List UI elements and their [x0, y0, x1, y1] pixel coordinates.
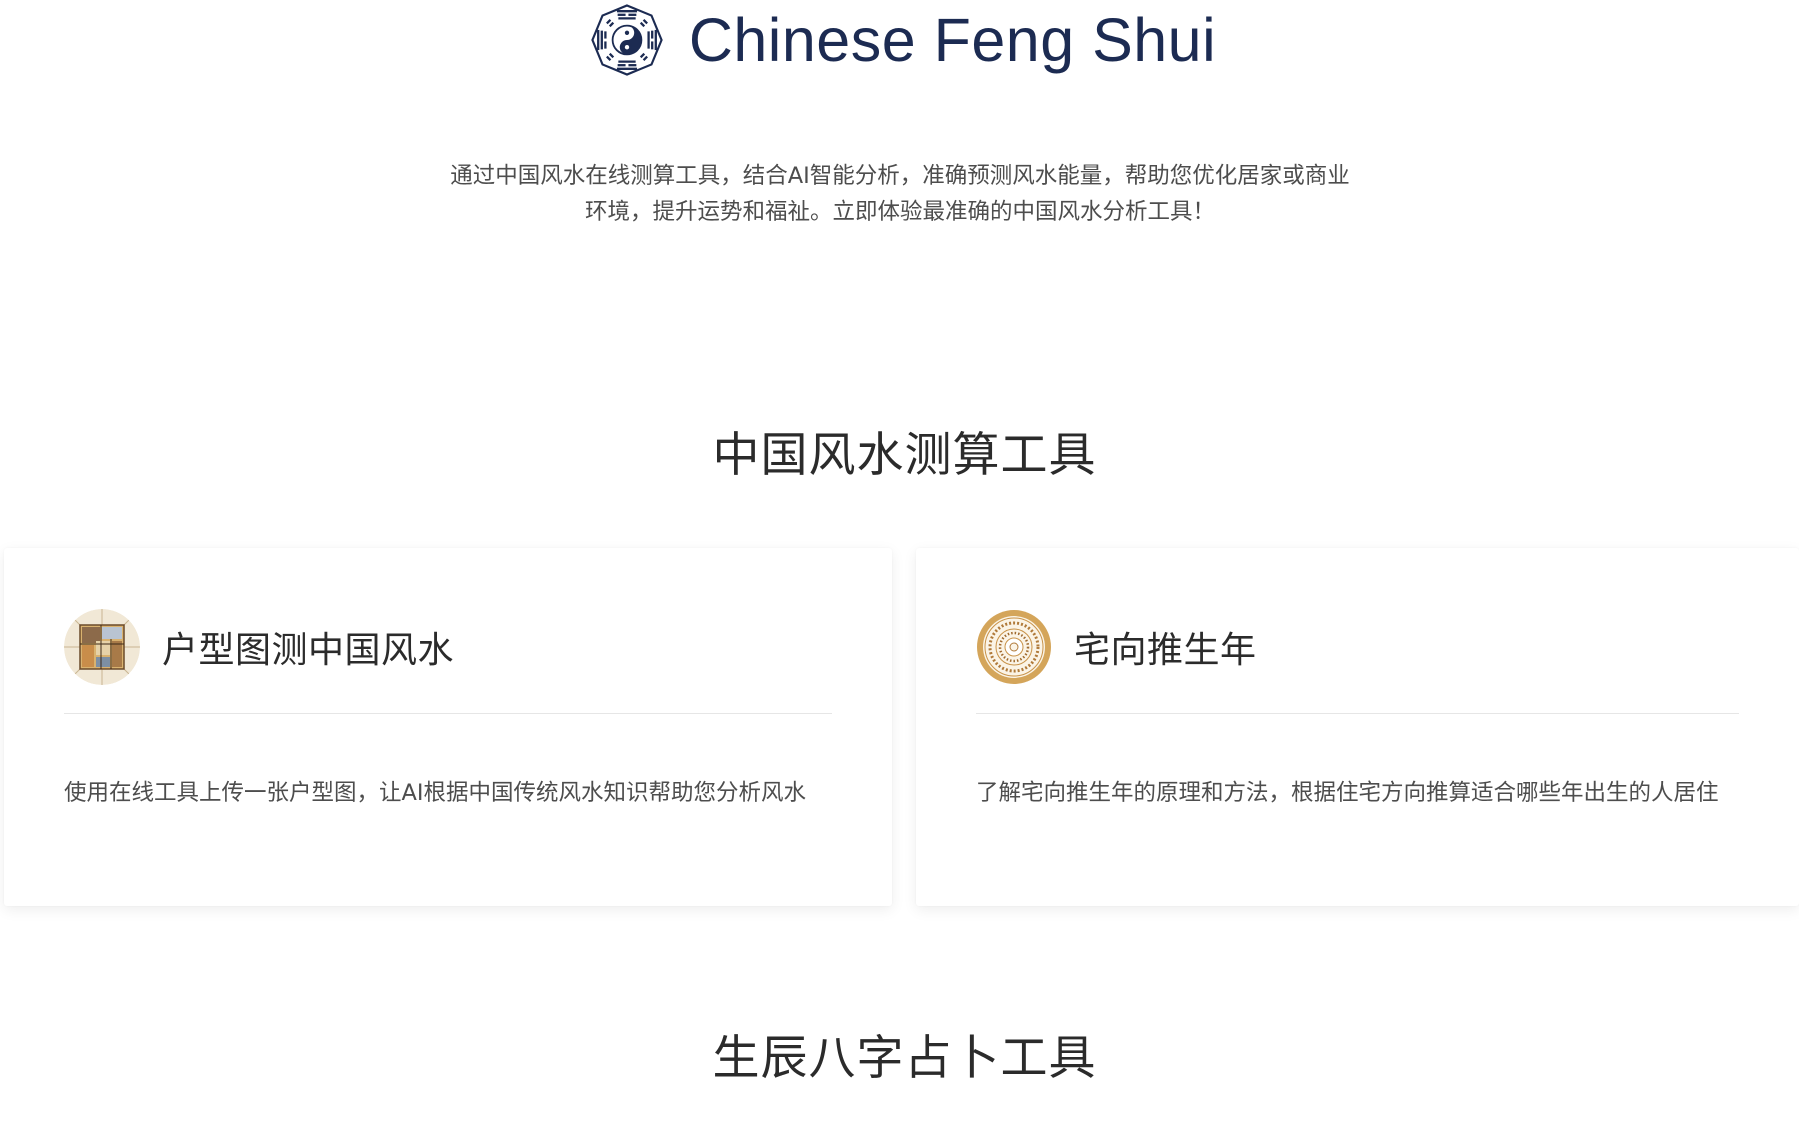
site-header: Chinese Feng Shui	[0, 0, 1799, 80]
card-header: 宅向推生年	[976, 608, 1739, 686]
section-title-bazi-tools: 生辰八字占卜工具	[712, 1031, 1097, 1086]
site-title: Chinese Feng Shui	[688, 5, 1217, 74]
bagua-icon	[591, 4, 663, 76]
card-title: 宅向推生年	[1074, 630, 1257, 671]
card-description: 使用在线工具上传一张户型图，让AI根据中国传统风水知识帮助您分析风水	[64, 780, 807, 806]
tool-card-floor-plan[interactable]: 户型图测中国风水 使用在线工具上传一张户型图，让AI根据中国传统风水知识帮助您分…	[4, 548, 892, 906]
page: Chinese Feng Shui 通过中国风水在线测算工具，结合AI智能分析，…	[0, 0, 1799, 1133]
floor-plan-icon	[64, 609, 140, 685]
card-header: 户型图测中国风水	[64, 608, 832, 686]
card-divider	[976, 713, 1739, 714]
brand[interactable]: Chinese Feng Shui	[591, 4, 1216, 76]
card-description: 了解宅向推生年的原理和方法，根据住宅方向推算适合哪些年出生的人居住	[976, 780, 1719, 806]
card-divider	[64, 713, 832, 714]
section-title-fengshui-tools: 中国风水测算工具	[712, 428, 1097, 483]
tool-card-house-direction[interactable]: 宅向推生年 了解宅向推生年的原理和方法，根据住宅方向推算适合哪些年出生的人居住	[916, 548, 1799, 906]
intro-text: 通过中国风水在线测算工具，结合AI智能分析，准确预测风水能量，帮助您优化居家或商…	[450, 163, 1350, 225]
card-title: 户型图测中国风水	[162, 630, 455, 671]
luopan-compass-icon	[976, 609, 1052, 685]
